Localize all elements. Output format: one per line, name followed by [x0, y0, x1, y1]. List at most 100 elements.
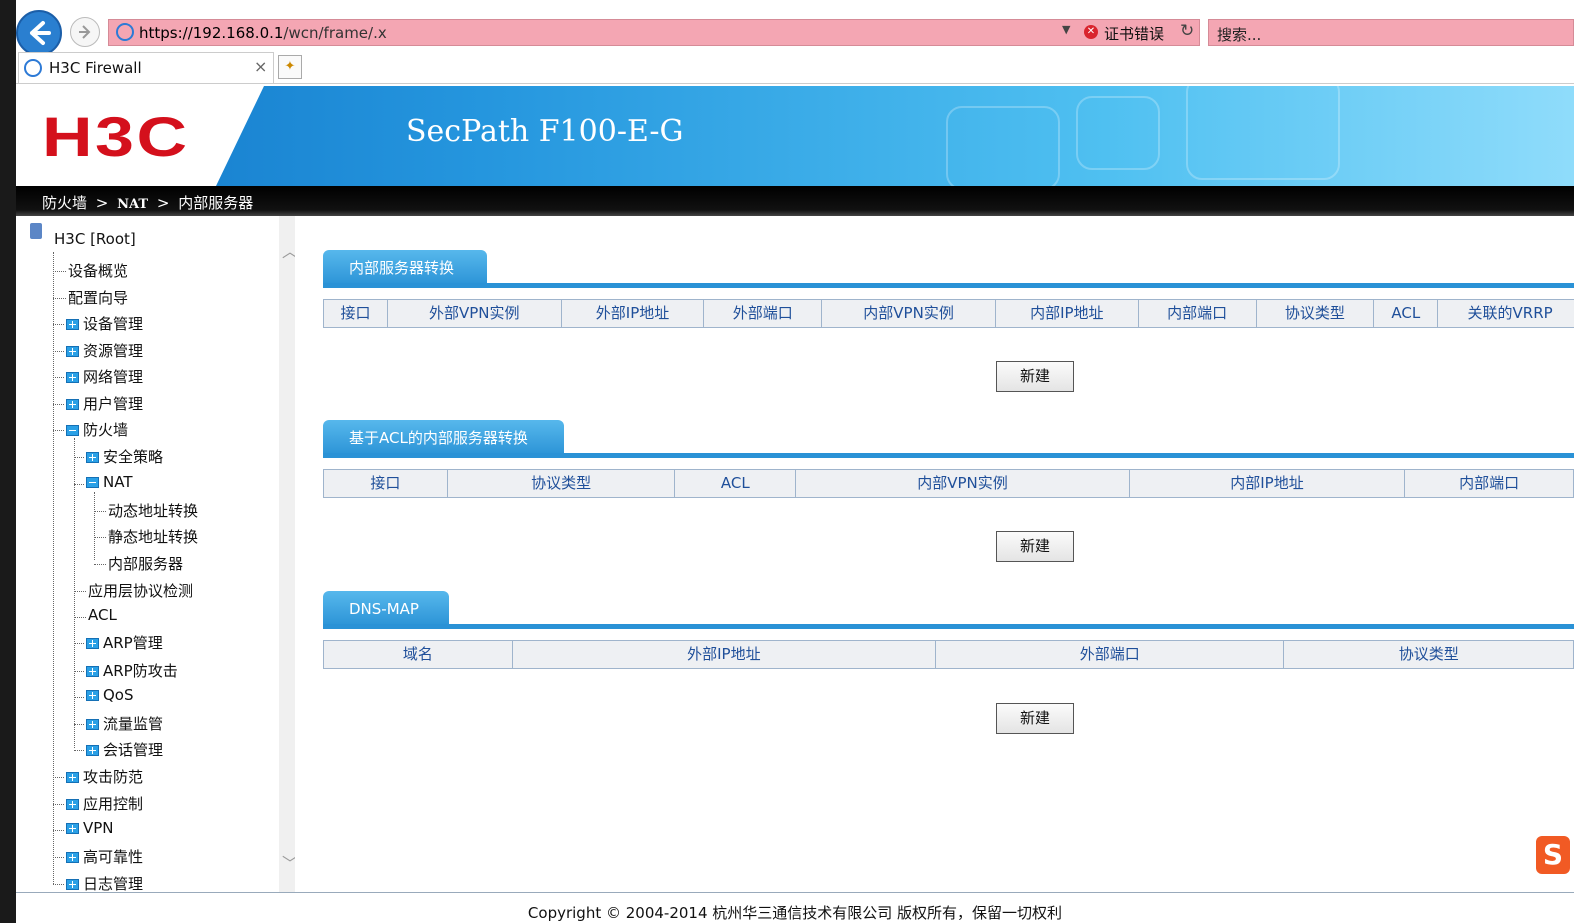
tree-line — [53, 252, 54, 884]
expand-icon[interactable] — [66, 823, 79, 834]
sidebar-item[interactable]: 资源管理 — [66, 340, 143, 361]
expand-icon[interactable] — [66, 319, 79, 330]
expand-icon[interactable] — [86, 745, 99, 756]
tree-line — [53, 298, 66, 299]
sidebar-item[interactable]: 应用层协议检测 — [88, 580, 193, 601]
sidebar-item-label: VPN — [83, 819, 114, 837]
sidebar-item[interactable]: 静态地址转换 — [108, 526, 198, 547]
refresh-icon[interactable]: ↻ — [1180, 21, 1194, 41]
sidebar-item[interactable]: ACL — [88, 606, 117, 624]
new-internal-server-button[interactable]: 新建 — [996, 361, 1074, 392]
breadcrumb-internal-server: 内部服务器 — [178, 194, 254, 212]
sidebar-item[interactable]: 配置向导 — [68, 287, 128, 308]
sidebar-item[interactable]: 网络管理 — [66, 366, 143, 387]
tree-line — [74, 484, 84, 485]
tree-line — [53, 884, 64, 885]
sidebar-item[interactable]: NAT — [86, 473, 132, 491]
expand-icon[interactable] — [86, 666, 99, 677]
sidebar-item[interactable]: QoS — [86, 686, 134, 704]
sogou-ime-icon[interactable]: S — [1536, 836, 1570, 874]
tab-close-icon[interactable]: × — [254, 57, 267, 76]
section-divider — [323, 453, 1574, 458]
section-divider — [323, 283, 1574, 288]
device-root-icon — [30, 223, 42, 239]
sidebar-item[interactable]: 设备管理 — [66, 313, 143, 334]
address-dropdown-icon[interactable]: ▼ — [1062, 23, 1070, 36]
address-url[interactable]: https://192.168.0.1/wcn/frame/.x — [139, 24, 387, 42]
new-dns-map-button[interactable]: 新建 — [996, 703, 1074, 734]
expand-icon[interactable] — [86, 638, 99, 649]
sidebar-item[interactable]: 流量监管 — [86, 713, 163, 734]
sidebar-item[interactable]: 高可靠性 — [66, 846, 143, 867]
search-box[interactable]: 搜索... — [1208, 19, 1574, 46]
new-tab-button[interactable]: ✦ — [278, 55, 302, 79]
collapse-icon[interactable] — [66, 425, 79, 436]
dns-map-table-header: 域名 外部IP地址 外部端口 协议类型 — [323, 640, 1574, 669]
expand-icon[interactable] — [86, 719, 99, 730]
expand-icon[interactable] — [66, 879, 79, 890]
sidebar-item[interactable]: 攻击防范 — [66, 766, 143, 787]
sidebar-item[interactable]: 设备概览 — [68, 260, 128, 281]
main-content: 内部服务器转换 接口 外部VPN实例 外部IP地址 外部端口 内部VPN实例 内部IP地址… — [295, 216, 1574, 892]
new-acl-internal-server-button[interactable]: 新建 — [996, 531, 1074, 562]
back-arrow-icon — [30, 21, 51, 45]
expand-icon[interactable] — [66, 852, 79, 863]
expand-icon[interactable] — [66, 772, 79, 783]
sidebar-item[interactable]: 防火墙 — [66, 419, 128, 440]
tree-line — [53, 857, 64, 858]
column-header: 外部VPN实例 — [388, 300, 562, 327]
tree-line — [53, 324, 64, 325]
address-bar[interactable]: https://192.168.0.1/wcn/frame/.x ▼ ✕ 证书错… — [108, 19, 1200, 46]
back-button[interactable] — [16, 10, 62, 56]
sidebar-item-label: ARP防攻击 — [103, 662, 178, 680]
sidebar-item[interactable]: 应用控制 — [66, 793, 143, 814]
column-header: 关联的VRRP — [1467, 304, 1553, 322]
cert-error-icon[interactable]: ✕ — [1084, 25, 1098, 39]
sidebar-item[interactable]: 安全策略 — [86, 446, 163, 467]
banner-decoration — [946, 106, 1060, 186]
sidebar-item[interactable]: 日志管理 — [66, 873, 143, 894]
expand-icon[interactable] — [66, 346, 79, 357]
tree-line — [53, 271, 66, 272]
browser-tab[interactable]: H3C Firewall × — [18, 52, 274, 84]
breadcrumb: 防火墙 > NAT > 内部服务器 — [42, 192, 257, 213]
sidebar-item-label: 设备概览 — [68, 262, 129, 280]
tree-line — [74, 617, 86, 618]
collapse-icon[interactable] — [86, 477, 99, 488]
search-input[interactable]: 搜索... — [1217, 24, 1261, 45]
tree-root[interactable]: H3C [Root] — [54, 230, 136, 248]
expand-icon[interactable] — [86, 690, 99, 701]
cert-error-label[interactable]: 证书错误 — [1104, 23, 1164, 44]
sidebar-item-label: 设备管理 — [83, 315, 144, 333]
tree-line — [94, 537, 106, 538]
tree-line — [94, 492, 95, 560]
app-banner: H3C SecPath F100-E-G — [16, 86, 1574, 186]
sidebar-item[interactable]: 动态地址转换 — [108, 500, 198, 521]
expand-icon[interactable] — [66, 372, 79, 383]
expand-icon[interactable] — [66, 399, 79, 410]
sidebar-item[interactable]: ARP管理 — [86, 632, 163, 653]
sidebar-item[interactable]: 会话管理 — [86, 739, 163, 760]
column-header: 协议类型 — [448, 470, 676, 497]
sidebar-item[interactable]: VPN — [66, 819, 114, 837]
column-header: 内部端口 — [1139, 300, 1257, 327]
forward-button[interactable] — [70, 17, 100, 47]
tree-line — [74, 457, 84, 458]
tree-line — [74, 671, 84, 672]
ie-tab-icon — [24, 59, 42, 77]
column-header: 内部端口 — [1459, 474, 1520, 492]
expand-icon[interactable] — [66, 799, 79, 810]
sidebar-tree: H3C [Root] 设备概览配置向导设备管理资源管理网络管理用户管理防火墙安全… — [16, 216, 295, 894]
sidebar-item-label: 静态地址转换 — [108, 528, 199, 546]
sidebar-item[interactable]: ARP防攻击 — [86, 660, 178, 681]
column-header: 内部IP地址 — [996, 300, 1139, 327]
sidebar-item[interactable]: 内部服务器 — [108, 553, 183, 574]
sidebar-item-label: 资源管理 — [83, 342, 144, 360]
section-divider — [323, 624, 1574, 629]
tree-line — [74, 643, 84, 644]
sidebar-item-label: 会话管理 — [103, 741, 164, 759]
forward-arrow-icon — [79, 25, 91, 39]
sidebar-item-label: ARP管理 — [103, 634, 163, 652]
expand-icon[interactable] — [86, 452, 99, 463]
sidebar-item[interactable]: 用户管理 — [66, 393, 143, 414]
